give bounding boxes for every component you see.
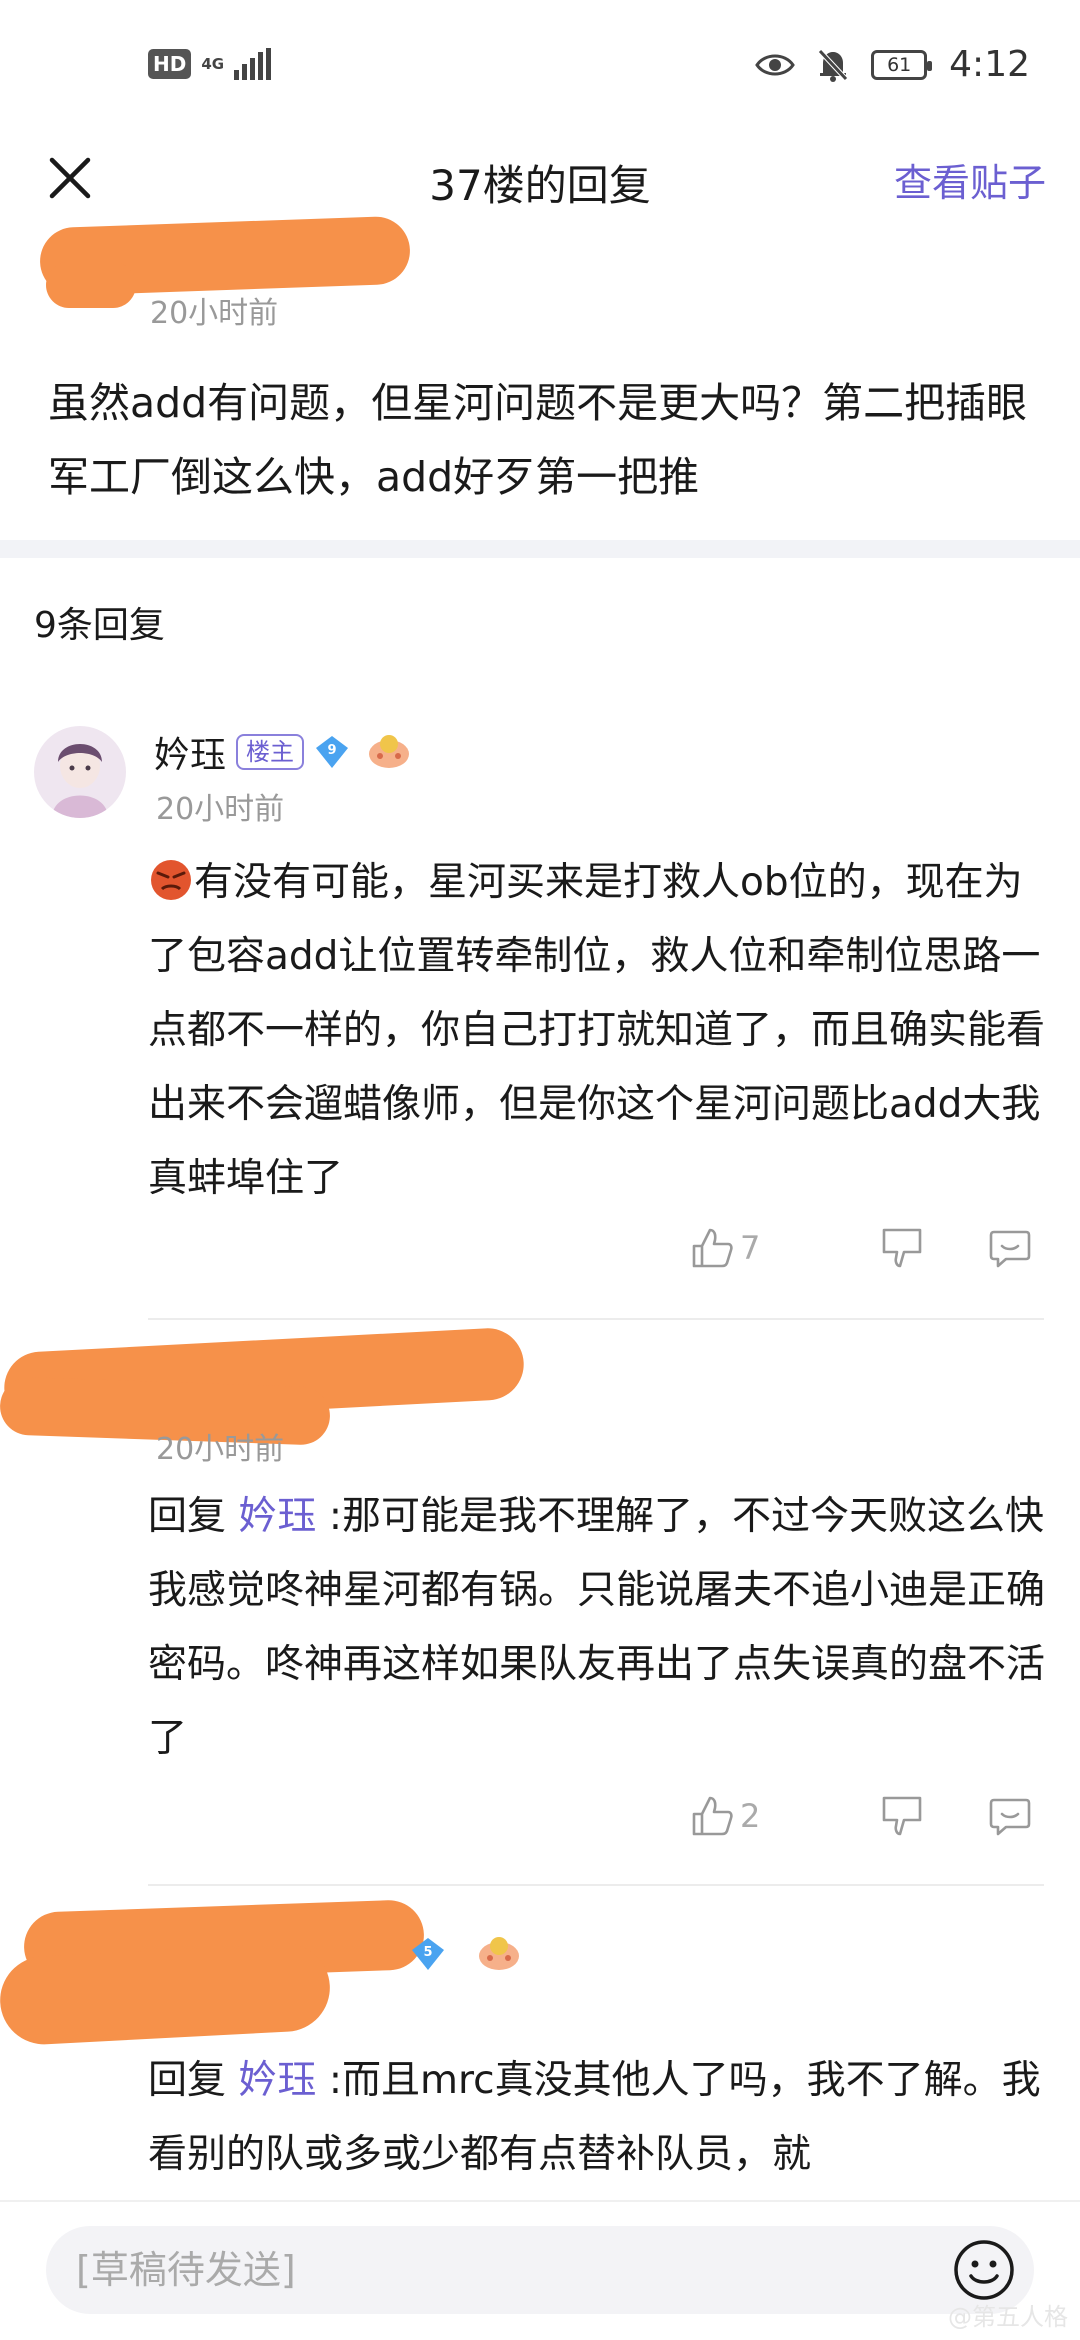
dislike-button[interactable] [880, 1226, 924, 1270]
level-diamond-icon: 9 [316, 736, 349, 768]
reply-input[interactable]: [草稿待发送] [46, 2226, 1034, 2314]
reply-count: 9条回复 [34, 605, 165, 646]
section-separator [0, 540, 1080, 558]
avatar-image [34, 726, 126, 818]
like-button[interactable]: 7 [690, 1226, 760, 1270]
reply-button[interactable] [988, 1794, 1032, 1838]
battery-indicator: 61 [871, 49, 933, 80]
watermark: @第五人格 [948, 2303, 1068, 2331]
reply-time: 20小时前 [156, 1432, 285, 1467]
thumbs-up-icon [692, 1228, 733, 1268]
signal-icon [234, 48, 272, 80]
author-name[interactable]: 妗珏 [154, 726, 226, 778]
reply-divider [148, 1318, 1044, 1320]
clock: 4:12 [949, 44, 1030, 85]
thumbs-down-icon [882, 1796, 922, 1836]
post-time: 20小时前 [150, 296, 279, 331]
network-type: 4G [201, 54, 225, 73]
avatar[interactable] [34, 726, 126, 818]
emoji-angry-icon [151, 860, 191, 900]
smiley-icon [954, 2240, 1014, 2300]
mute-bell-icon [818, 48, 848, 82]
mention-link[interactable]: 妗珏 [238, 1494, 316, 1539]
host-badge: 楼主 [236, 734, 305, 770]
nav-bar: 37楼的回复 查看贴子 [0, 130, 1080, 230]
reply-content: 回复 妗珏 :那可能是我不理解了，不过今天败这么快我感觉咚神星河都有锅。只能说屠… [148, 1480, 1048, 1776]
mention-link[interactable]: 妗珏 [238, 2058, 316, 2103]
comment-icon [989, 1798, 1031, 1836]
reply-divider [148, 1884, 1044, 1886]
like-count: 7 [740, 1229, 761, 1267]
game-badge-icon [479, 1937, 519, 1970]
system-indicators: 61 4:12 [755, 44, 1030, 85]
reply-content: 回复 妗珏 :而且mrc真没其他人了吗，我不了解。我看别的队或多或少都有点替补队… [148, 2044, 1048, 2192]
thumbs-down-icon [882, 1228, 922, 1268]
bottom-bar: [草稿待发送] @第五人格 [0, 2200, 1080, 2340]
eye-icon [755, 54, 795, 75]
game-badge-icon [369, 735, 410, 768]
level-number: 5 [423, 1945, 432, 1960]
status-bar: HD 4G 61 4:12 [0, 0, 1080, 130]
view-post-link[interactable]: 查看贴子 [894, 152, 1046, 207]
level-number: 9 [327, 743, 336, 758]
author-badges: 5 [410, 1936, 522, 1972]
reply-prefix: 回复 [148, 2058, 227, 2103]
reply-button[interactable] [988, 1226, 1032, 1270]
reply-time: 20小时前 [156, 792, 285, 827]
hd-badge: HD [148, 49, 192, 79]
author-row: 妗珏 楼主 9 [154, 726, 412, 778]
redacted-author-extra [0, 1941, 333, 2047]
like-count: 2 [740, 1797, 761, 1835]
thumbs-up-icon [692, 1796, 733, 1836]
level-diamond-icon: 5 [412, 1938, 444, 1970]
reply-content: 有没有可能，星河买来是打救人ob位的，现在为了包容add让位置转牵制位，救人位和… [148, 846, 1048, 1216]
like-button[interactable]: 2 [690, 1794, 760, 1838]
reply-text: 有没有可能，星河买来是打救人ob位的，现在为了包容add让位置转牵制位，救人位和… [148, 860, 1046, 1201]
reply-prefix: 回复 [148, 1494, 227, 1539]
network-indicators: HD 4G [148, 48, 272, 80]
post-content: 虽然add有问题，但星河问题不是更大吗？第二把插眼军工厂倒这么快，add好歹第一… [48, 379, 1028, 501]
dislike-button[interactable] [880, 1794, 924, 1838]
emoji-button[interactable] [952, 2238, 1016, 2302]
comment-icon [989, 1230, 1031, 1268]
redacted-author-extra [46, 262, 136, 308]
